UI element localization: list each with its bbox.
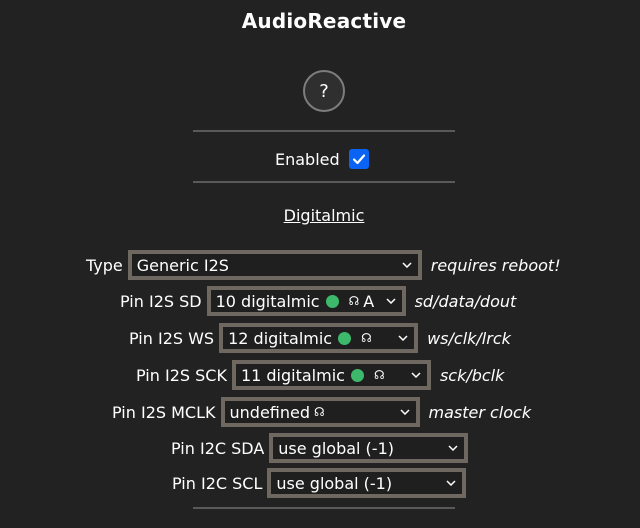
page-title: AudioReactive (241, 9, 407, 33)
i2s-sck-label: Pin I2S SCK (136, 365, 227, 385)
chevron-down-icon (398, 333, 408, 343)
i2s-sd-select-suffix: A (363, 291, 375, 311)
chevron-down-icon (446, 478, 456, 488)
row-i2s-mclk: Pin I2S MCLK undefined ☊ master clock (112, 397, 531, 427)
type-note: requires reboot! (430, 255, 561, 275)
i2s-sck-select[interactable]: 11 digitalmic ☊ (231, 360, 431, 390)
chevron-down-icon (399, 407, 410, 417)
i2c-sda-select-value: use global (-1) (278, 438, 394, 458)
row-i2s-sd: Pin I2S SD 10 digitalmic ☊ A sd/data/dou… (120, 286, 516, 316)
chevron-down-icon (411, 370, 421, 380)
i2c-sda-label: Pin I2C SDA (171, 438, 265, 458)
enabled-label: Enabled (275, 149, 340, 169)
i2s-mclk-note: master clock (428, 402, 532, 422)
enabled-row: Enabled (275, 147, 369, 171)
headphone-icon: ☊ (314, 405, 325, 419)
help-label: ? (319, 80, 329, 102)
i2s-ws-label: Pin I2S WS (129, 328, 215, 348)
i2s-ws-select[interactable]: 12 digitalmic ☊ (219, 323, 419, 353)
i2s-sd-select-value: 10 digitalmic (215, 291, 320, 311)
i2c-scl-select-value: use global (-1) (276, 473, 393, 493)
help-button[interactable]: ? (303, 70, 345, 112)
chevron-down-icon (385, 296, 396, 306)
i2s-sck-select-value: 11 digitalmic (240, 365, 345, 385)
row-type: Type Generic I2S requires reboot! (86, 250, 561, 280)
row-i2c-scl: Pin I2C SCL use global (-1) (172, 468, 467, 498)
section-title: Digitalmic (283, 206, 365, 225)
chevron-down-icon (448, 443, 458, 453)
i2c-scl-select[interactable]: use global (-1) (267, 468, 467, 498)
row-i2c-sda: Pin I2C SDA use global (-1) (171, 433, 469, 463)
type-label: Type (86, 255, 123, 275)
i2c-sda-select[interactable]: use global (-1) (269, 433, 469, 463)
divider (193, 181, 455, 183)
i2s-mclk-select-value: undefined (229, 402, 311, 422)
headphone-icon: ☊ (348, 294, 360, 308)
type-select-value: Generic I2S (136, 255, 229, 275)
i2s-sd-label: Pin I2S SD (120, 291, 202, 311)
checkmark-icon (352, 154, 365, 165)
divider (193, 507, 455, 509)
enabled-checkbox[interactable] (348, 149, 369, 169)
row-i2s-sck: Pin I2S SCK 11 digitalmic ☊ sck/bclk (136, 360, 504, 390)
i2s-sck-note: sck/bclk (439, 365, 505, 385)
i2s-ws-select-value: 12 digitalmic (228, 328, 333, 348)
chevron-down-icon (402, 260, 412, 270)
divider (193, 130, 455, 132)
i2s-sd-select[interactable]: 10 digitalmic ☊ A (206, 286, 406, 316)
i2s-sd-note: sd/data/dout (414, 291, 517, 311)
headphone-icon: ☊ (361, 331, 372, 345)
i2s-mclk-label: Pin I2S MCLK (112, 402, 216, 422)
row-i2s-ws: Pin I2S WS 12 digitalmic ☊ ws/clk/lrck (129, 323, 511, 353)
green-circle-icon (350, 368, 364, 382)
green-circle-icon (338, 331, 352, 345)
type-select[interactable]: Generic I2S (127, 250, 422, 280)
i2s-ws-note: ws/clk/lrck (427, 328, 511, 348)
green-circle-icon (325, 294, 339, 308)
i2c-scl-label: Pin I2C SCL (172, 473, 263, 493)
headphone-icon: ☊ (373, 368, 385, 382)
i2s-mclk-select[interactable]: undefined ☊ (220, 397, 420, 427)
